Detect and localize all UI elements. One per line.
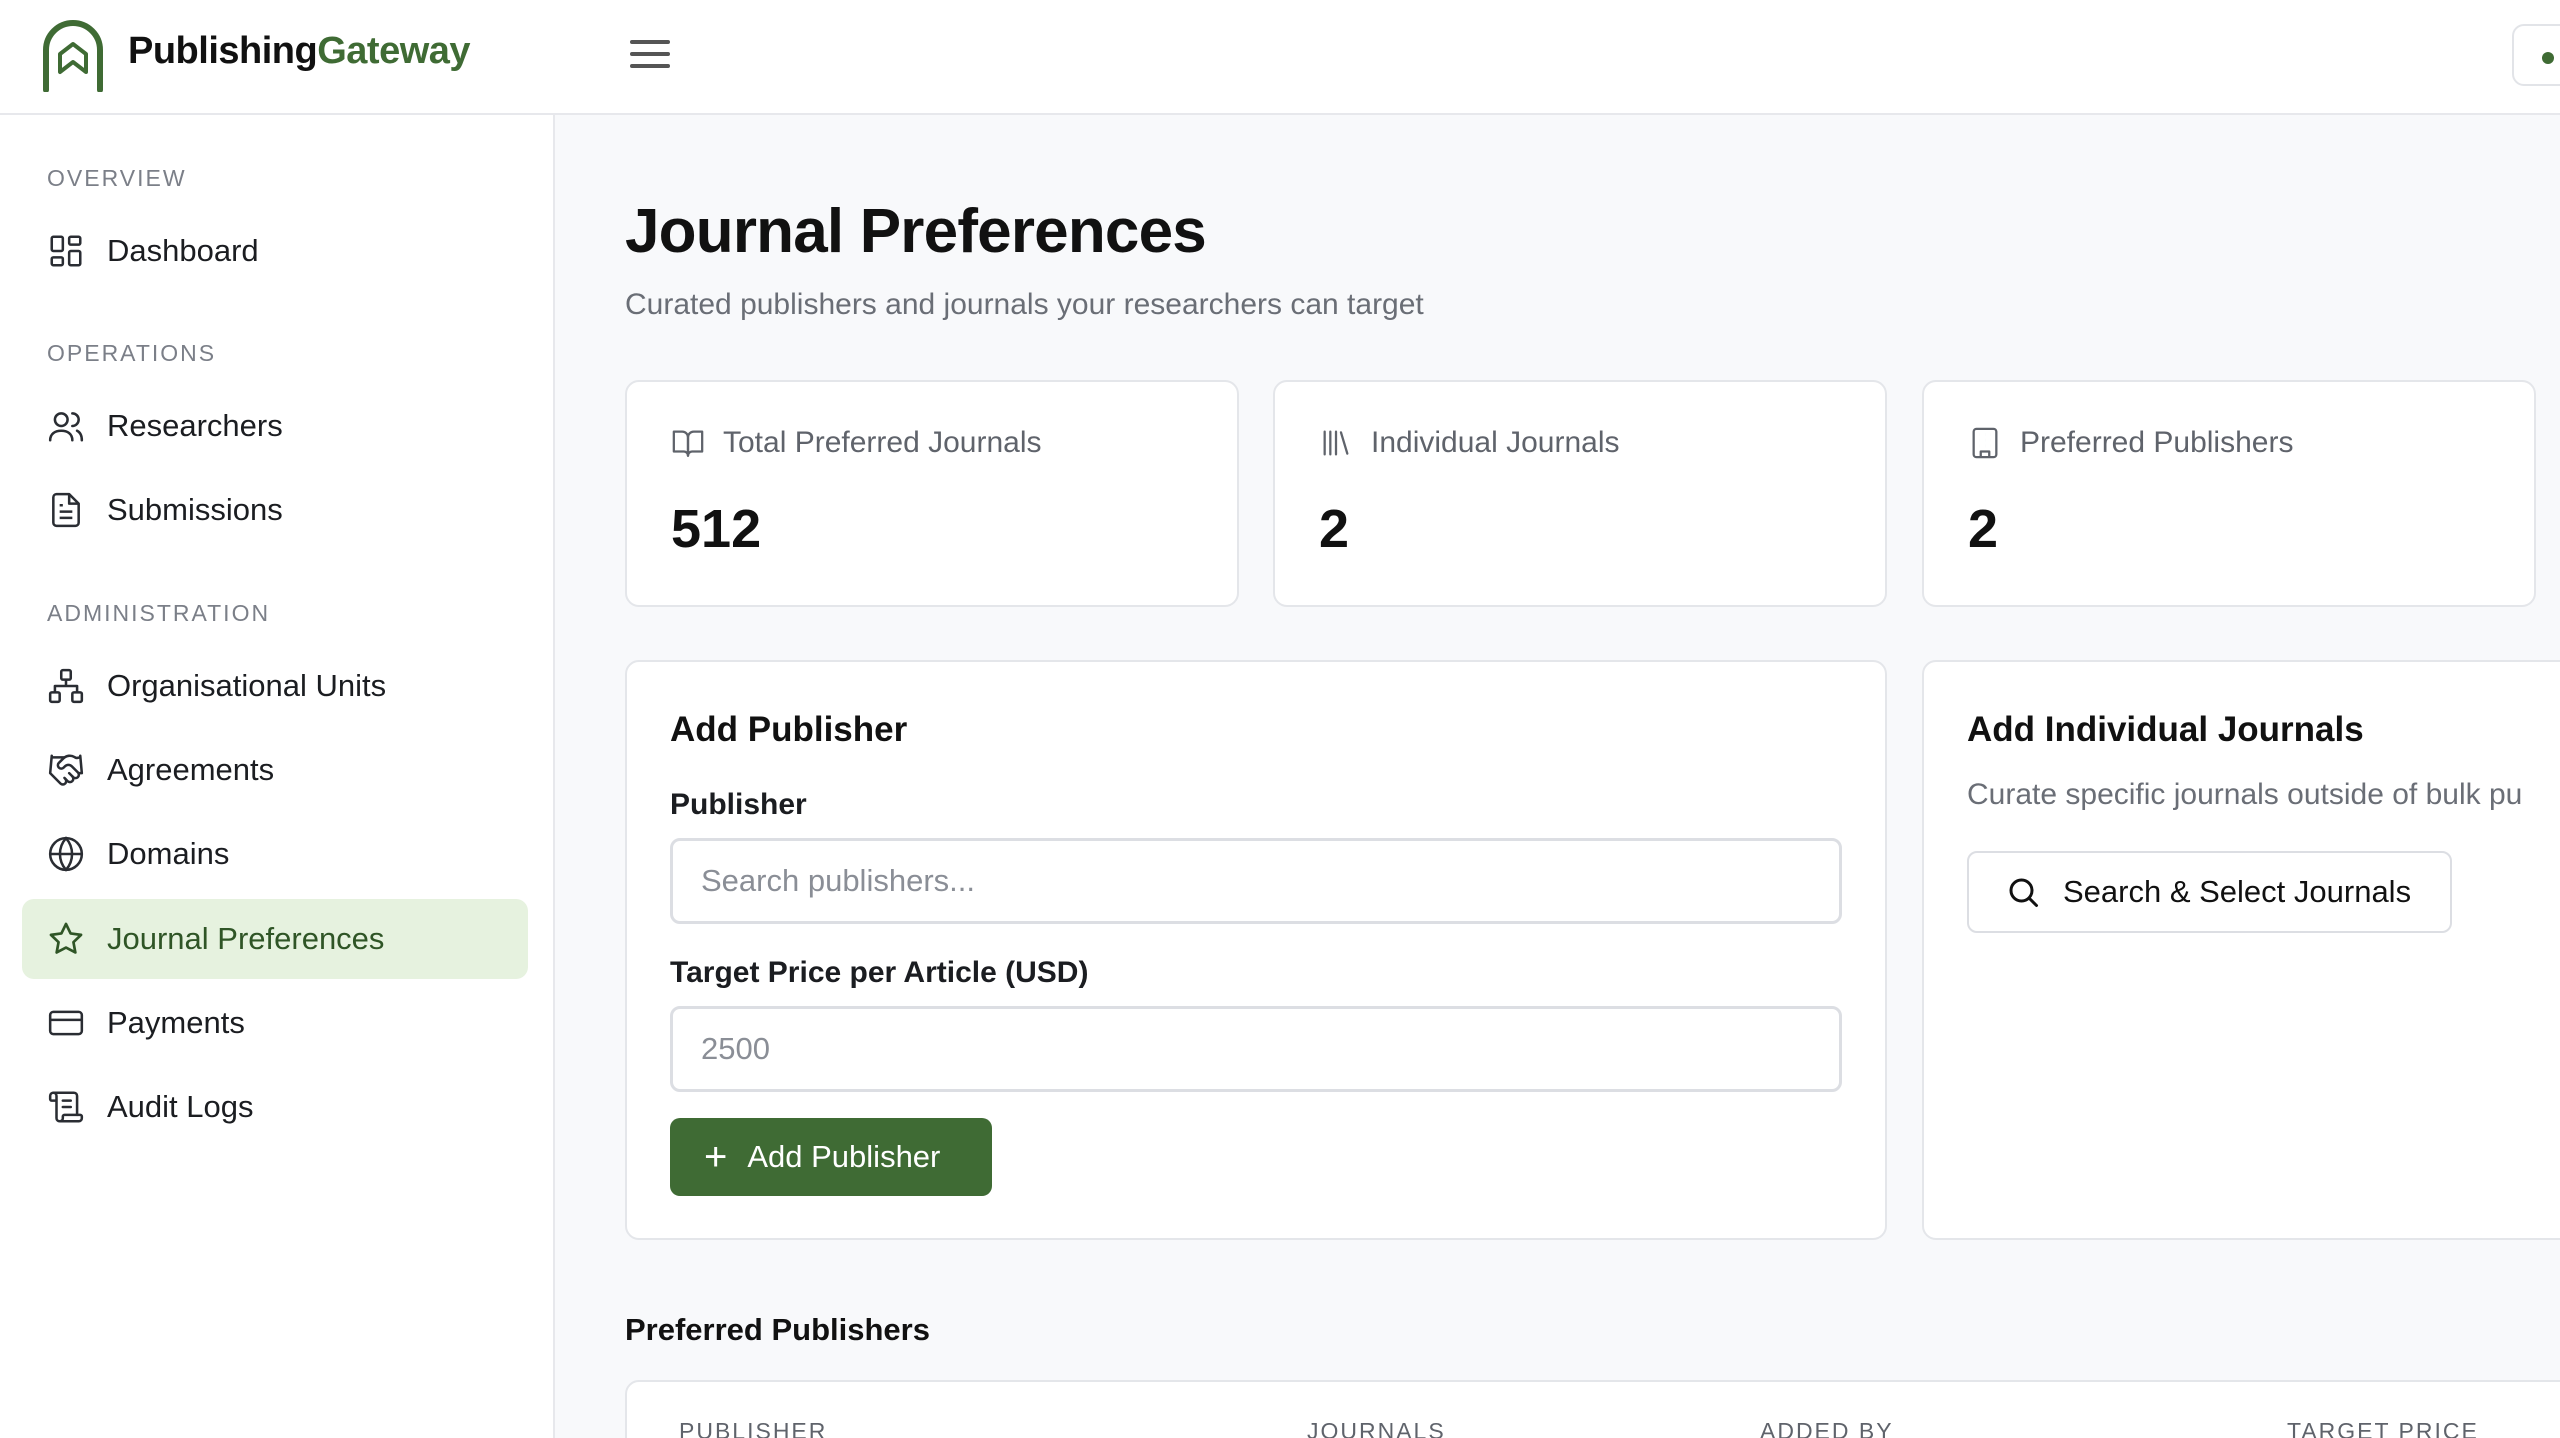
stat-card-preferred-publishers: Preferred Publishers 2 [1922,380,2536,607]
add-journals-title: Add Individual Journals [1967,710,2364,749]
stat-value: 2 [1319,499,1350,559]
sidebar-item-submissions[interactable]: Submissions [22,470,528,550]
column-header-publisher[interactable]: PUBLISHER [679,1418,827,1438]
library-icon [1323,430,1349,456]
search-select-journals-label: Search & Select Journals [2063,874,2412,909]
sidebar-section-administration: ADMINISTRATION [47,600,271,626]
sidebar-section-operations: OPERATIONS [47,340,217,366]
globe-icon [46,834,86,874]
stat-label: Total Preferred Journals [723,426,1042,459]
stat-value: 2 [1968,499,1999,559]
users-icon [46,406,86,446]
sidebar-item-label: Agreements [107,752,275,787]
sidebar-item-researchers[interactable]: Researchers [22,386,528,466]
target-price-input[interactable] [670,1006,1842,1092]
page-title: Journal Preferences [625,197,1207,266]
sidebar-item-dashboard[interactable]: Dashboard [22,211,528,291]
column-header-journals[interactable]: JOURNALS [1307,1418,1446,1438]
page-subtitle: Curated publishers and journals your res… [625,288,1424,321]
status-button[interactable] [2512,24,2560,86]
stat-card-total-preferred-journals: Total Preferred Journals 512 [625,380,1239,607]
sidebar-item-label: Dashboard [107,233,259,268]
brand-name-part2: Gateway [317,30,471,72]
target-price-field-label: Target Price per Article (USD) [670,956,1089,989]
book-open-icon [672,430,704,457]
status-dot-icon [2542,52,2554,64]
org-chart-icon [46,666,86,706]
plus-icon: + [704,1135,728,1179]
stat-value: 512 [671,499,762,559]
add-publisher-button[interactable]: + Add Publisher [670,1118,992,1196]
sidebar-item-label: Payments [107,1005,245,1040]
dashboard-icon [46,231,86,271]
search-icon [2009,878,2038,907]
sidebar-section-overview: OVERVIEW [47,165,187,191]
search-select-journals-button[interactable]: Search & Select Journals [1967,851,2452,933]
column-header-added-by[interactable]: ADDED BY [1760,1418,1894,1438]
sidebar-item-label: Domains [107,836,230,871]
sidebar-item-label: Journal Preferences [107,921,385,956]
sidebar-item-journal-preferences[interactable]: Journal Preferences [22,899,528,979]
brand-name-part1: Publishing [128,30,318,72]
document-icon [46,490,86,530]
sidebar-item-label: Audit Logs [107,1089,254,1124]
credit-card-icon [46,1003,86,1043]
add-publisher-title: Add Publisher [670,710,908,749]
preferred-publishers-heading: Preferred Publishers [625,1312,930,1347]
sidebar: OVERVIEW Dashboard OPERATIONS Researcher… [0,115,555,1438]
hamburger-icon[interactable] [628,34,672,78]
sidebar-item-label: Organisational Units [107,668,387,703]
sidebar-item-label: Researchers [107,408,283,443]
sidebar-item-audit-logs[interactable]: Audit Logs [22,1067,528,1147]
sidebar-item-label: Submissions [107,492,283,527]
logo-icon [43,20,103,92]
publisher-field-label: Publisher [670,788,807,821]
add-publisher-button-label: Add Publisher [747,1139,941,1174]
star-icon [46,919,86,959]
sidebar-item-payments[interactable]: Payments [22,983,528,1063]
preferred-publishers-table: PUBLISHER JOURNALS ADDED BY TARGET PRICE [625,1380,2560,1438]
brand-name[interactable]: PublishingGateway [128,30,471,73]
top-header: PublishingGateway [0,0,2560,115]
sidebar-item-domains[interactable]: Domains [22,814,528,894]
stat-label: Preferred Publishers [2020,426,2294,459]
sidebar-item-organisational-units[interactable]: Organisational Units [22,646,528,726]
handshake-icon [46,750,86,790]
stat-label: Individual Journals [1371,426,1620,459]
publisher-search-input[interactable] [670,838,1842,924]
stat-card-individual-journals: Individual Journals 2 [1273,380,1887,607]
column-header-target-price[interactable]: TARGET PRICE [2287,1418,2479,1438]
add-journals-description: Curate specific journals outside of bulk… [1967,778,2523,811]
building-icon [1972,427,1998,459]
scroll-icon [46,1087,86,1127]
sidebar-item-agreements[interactable]: Agreements [22,730,528,810]
